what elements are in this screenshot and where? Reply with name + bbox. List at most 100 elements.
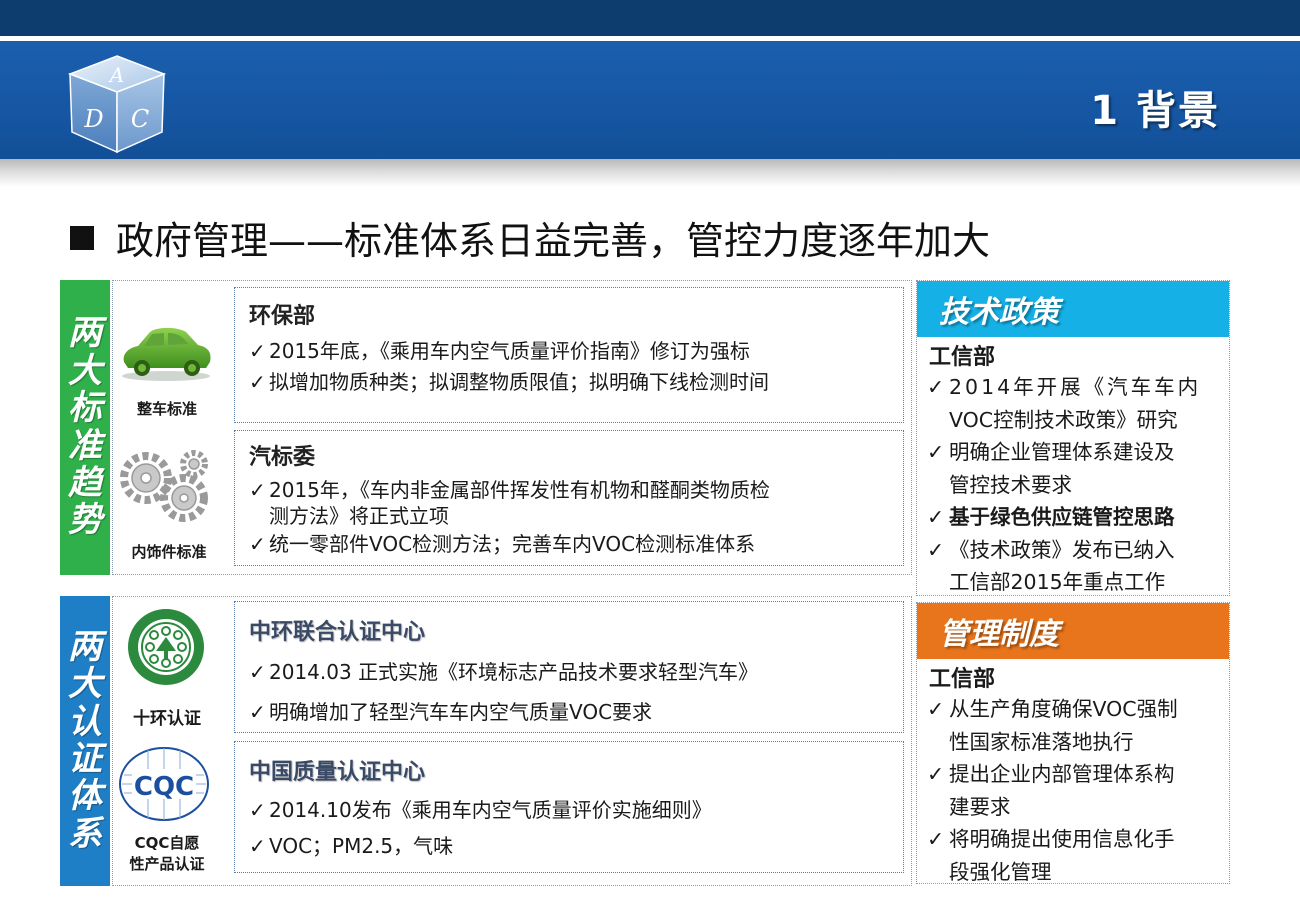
main-heading: 政府管理——标准体系日益完善，管控力度逐年加大 (70, 210, 990, 265)
cqc-logo-text: CQC (134, 772, 194, 802)
list-item: ✓ 提出企业内部管理体系构 (927, 758, 1221, 791)
list-item-text: 《技术政策》发布已纳入 (949, 537, 1175, 562)
ten-ring-label: 十环认证 (133, 709, 201, 729)
list-item-text: 管控技术要求 (949, 472, 1072, 497)
check-icon (927, 791, 949, 824)
list-item-text: 测方法》将正式立项 (269, 504, 449, 528)
cqc-label-line2: 性产品认证 (129, 855, 205, 873)
tab-char: 证 (68, 739, 102, 779)
list-item-text: 2014.03 正式实施《环境标志产品技术要求轻型汽车》 (269, 660, 759, 684)
cqc-box: 中国质量认证中心 ✓ 2014.10发布《乘用车内空气质量评价实施细则》 ✓ V… (234, 741, 904, 873)
list-item: ✓ 2014.10发布《乘用车内空气质量评价实施细则》 (249, 792, 889, 828)
slide-title: 1 背景 (1090, 88, 1220, 134)
tab-char: 系 (68, 813, 102, 854)
check-icon (927, 856, 949, 889)
car-icon (122, 327, 211, 381)
list-item-text: 明确增加了轻型汽车车内空气质量VOC要求 (269, 700, 653, 724)
mep-title: 环保部 (249, 304, 316, 329)
mep-box: 环保部 ✓ 2015年底，《乘用车内空气质量评价指南》修订为强标 ✓ 拟增加物质种类… (234, 287, 904, 423)
list-item-text: 2015年底，《乘用车内空气质量评价指南》修订为强标 (269, 339, 750, 363)
list-item: ✓ 2015年底，《乘用车内空气质量评价指南》修订为强标 (249, 336, 889, 367)
auto-standards-committee-box: 汽标委 ✓ 2015年，《车内非金属部件挥发性有机物和醛酮类物质检 测方法》将正式… (234, 430, 904, 566)
list-item: ✓ 将明确提出使用信息化手 (927, 823, 1221, 856)
list-item-text: 基于绿色供应链管控思路 (949, 505, 1175, 529)
check-icon: ✓ (249, 339, 266, 363)
tab-char: 大 (68, 350, 102, 391)
list-item-text: 性国家标准落地执行 (949, 729, 1134, 754)
mgmt-system-list: ✓ 从生产角度确保VOC强制 性国家标准落地执行 ✓ 提出企业内部管理体系构 建要求… (917, 693, 1229, 888)
check-icon: ✓ (927, 375, 945, 399)
logo-letter-a: A (108, 63, 124, 87)
list-item: ✓ 明确增加了轻型汽车车内空气质量VOC要求 (249, 692, 889, 732)
list-item: ✓ 2014年开展《汽车车内 (927, 371, 1221, 404)
adc-cube-logo-icon: A D C (67, 55, 167, 154)
list-item: 段强化管理 (927, 856, 1221, 889)
cqc-list: ✓ 2014.10发布《乘用车内空气质量评价实施细则》 ✓ VOC；PM2.5，… (249, 792, 889, 864)
mgmt-system-panel: 管理制度 工信部 ✓ 从生产角度确保VOC强制 性国家标准落地执行 ✓ 提出企业内部… (916, 602, 1230, 884)
check-icon: ✓ (927, 537, 945, 562)
cqc-title: 中国质量认证中心 (249, 760, 426, 785)
check-icon: ✓ (249, 478, 266, 502)
list-item-text: 将明确提出使用信息化手 (949, 827, 1175, 851)
check-icon: ✓ (927, 505, 945, 529)
list-item: ✓ VOC；PM2.5，气味 (249, 828, 889, 864)
list-item-text: 2014.10发布《乘用车内空气质量评价实施细则》 (269, 798, 712, 822)
tech-policy-panel: 技术政策 工信部 ✓ 2014年开展《汽车车内 VOC控制技术政策》研究 ✓ 明确企… (916, 280, 1230, 596)
tab-char: 两 (68, 313, 102, 354)
check-icon: ✓ (249, 700, 266, 724)
check-icon: ✓ (927, 697, 945, 721)
check-icon (927, 726, 949, 759)
standards-tab: 两 大 标 准 趋 势 (60, 280, 110, 575)
tab-char: 体 (68, 776, 102, 817)
cqc-label-line1: CQC自愿 (134, 834, 200, 852)
cec-title: 中环联合认证中心 (249, 620, 426, 645)
ten-ring-logo-icon (128, 609, 204, 685)
check-icon (927, 469, 949, 502)
list-item: 测方法》将正式立项 (249, 503, 889, 529)
list-item: 性国家标准落地执行 (927, 726, 1221, 759)
list-item: 管控技术要求 (927, 469, 1221, 502)
main-heading-text: 政府管理——标准体系日益完善，管控力度逐年加大 (116, 219, 991, 263)
check-icon: ✓ (927, 827, 945, 851)
tab-char: 认 (68, 701, 102, 742)
list-item: VOC控制技术政策》研究 (927, 404, 1221, 437)
cec-box: 中环联合认证中心 ✓ 2014.03 正式实施《环境标志产品技术要求轻型汽车》 … (234, 601, 904, 733)
list-item: ✓ 从生产角度确保VOC强制 (927, 693, 1221, 726)
list-item: 建要求 (927, 791, 1221, 824)
list-item: ✓ 拟增加物质种类；拟调整物质限值；拟明确下线检测时间 (249, 367, 889, 398)
check-icon: ✓ (249, 370, 266, 394)
list-item: ✓ 统一零部件VOC检测方法；完善车内VOC检测标准体系 (249, 529, 889, 559)
list-item: ✓ 明确企业管理体系建设及 (927, 436, 1221, 469)
tab-char: 两 (68, 626, 102, 667)
list-item: ✓ 《技术政策》发布已纳入 (927, 534, 1221, 567)
check-icon: ✓ (249, 798, 266, 822)
list-item: 工信部2015年重点工作 (927, 566, 1221, 599)
list-item-text: 统一零部件VOC检测方法；完善车内VOC检测标准体系 (269, 532, 756, 556)
check-icon (927, 566, 949, 599)
top-bar (0, 0, 1300, 36)
logo-letter-d: D (83, 105, 103, 133)
car-standard-label: 整车标准 (136, 400, 197, 418)
tab-char: 标 (68, 388, 102, 429)
tab-char: 准 (68, 425, 102, 466)
tab-char: 趋 (68, 462, 102, 503)
list-item-text: 拟增加物质种类；拟调整物质限值；拟明确下线检测时间 (269, 370, 769, 394)
list-item: ✓ 2015年，《车内非金属部件挥发性有机物和醛酮类物质检 (249, 477, 889, 503)
certification-tab: 两 大 认 证 体 系 (60, 596, 110, 886)
check-icon (249, 503, 269, 529)
tab-char: 势 (68, 500, 102, 541)
mgmt-system-header: 管理制度 (917, 603, 1229, 659)
list-item-text: VOC控制技术政策》研究 (949, 407, 1178, 432)
list-item-text: 段强化管理 (949, 859, 1052, 884)
list-item-text: 明确企业管理体系建设及 (949, 440, 1175, 464)
list-item-text: 提出企业内部管理体系构 (949, 762, 1175, 786)
check-icon: ✓ (927, 762, 945, 786)
tech-policy-header: 技术政策 (917, 281, 1229, 337)
interior-standard-label: 内饰件标准 (131, 543, 207, 561)
check-icon (927, 404, 949, 437)
list-item-text: 2014年开展《汽车车内 (949, 375, 1202, 399)
list-item: ✓ 2014.03 正式实施《环境标志产品技术要求轻型汽车》 (249, 652, 889, 692)
committee-list: ✓ 2015年，《车内非金属部件挥发性有机物和醛酮类物质检 测方法》将正式立项 ✓… (249, 477, 889, 559)
list-item-text: 从生产角度确保VOC强制 (949, 697, 1178, 721)
check-icon: ✓ (249, 834, 266, 858)
